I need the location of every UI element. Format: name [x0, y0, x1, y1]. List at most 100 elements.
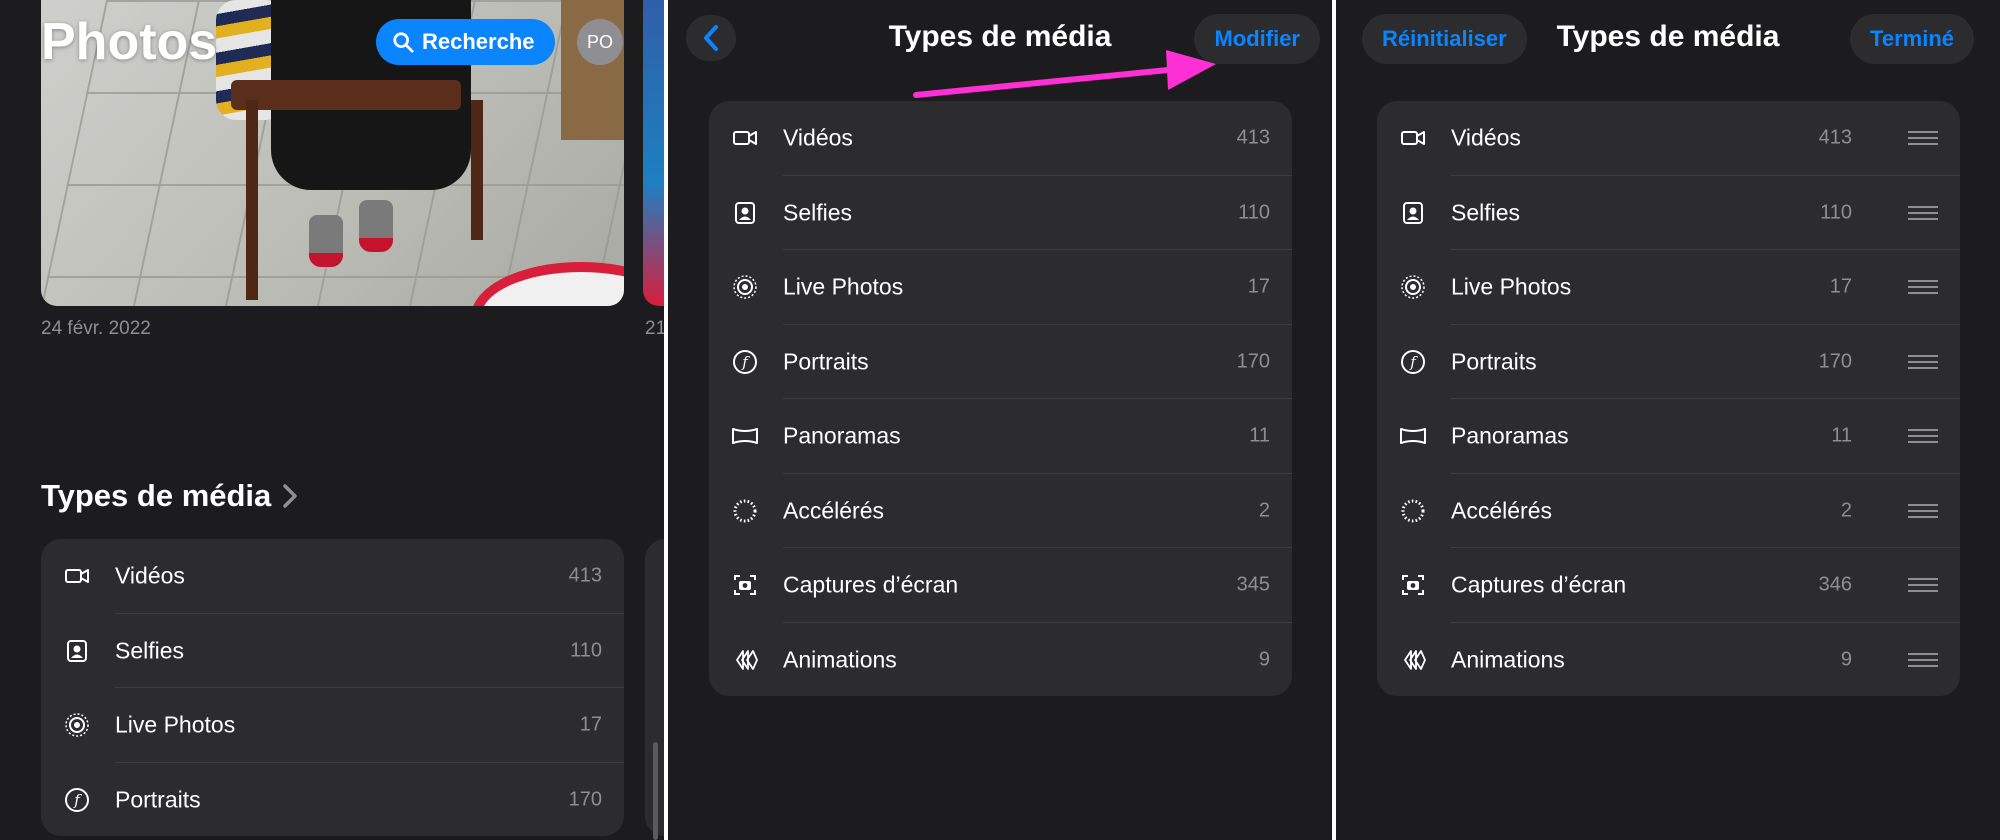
chevron-right-icon [283, 484, 298, 508]
list-item-count: 17 [579, 713, 602, 736]
panorama-icon [732, 428, 758, 445]
list-item-timelapse[interactable]: Accélérés 2 [1377, 474, 1960, 548]
done-button[interactable]: Terminé [1850, 14, 1974, 64]
list-item-label: Animations [1451, 646, 1565, 673]
list-item-count: 9 [1258, 648, 1270, 671]
reorder-handle-icon[interactable] [1908, 577, 1938, 593]
list-item-count: 170 [568, 788, 602, 811]
next-photo-date: 21 [645, 318, 664, 339]
list-item-video[interactable]: Vidéos 413 [709, 101, 1292, 176]
list-item-label: Captures d’écran [1451, 571, 1627, 598]
search-icon [393, 32, 414, 53]
portrait-icon: f [65, 787, 89, 812]
list-item-label: Live Photos [1451, 273, 1572, 300]
portrait-icon: f [733, 349, 757, 374]
panorama-icon [1400, 428, 1426, 445]
timelapse-icon [1401, 499, 1425, 523]
reorder-handle-icon[interactable] [1908, 428, 1938, 444]
media-types-section-header[interactable]: Types de média [41, 478, 299, 514]
list-item-count: 2 [1840, 499, 1852, 522]
chair-leg [246, 100, 258, 300]
photo-date: 24 févr. 2022 [41, 318, 151, 339]
search-button[interactable]: Recherche [376, 19, 555, 65]
next-photo-edge[interactable] [643, 0, 664, 306]
list-item-count: 17 [1247, 275, 1270, 298]
list-item-label: Captures d’écran [783, 571, 959, 598]
svg-text:f: f [741, 353, 750, 371]
list-item-label: Panoramas [783, 422, 901, 449]
scroll-indicator[interactable] [653, 742, 658, 840]
reorder-handle-icon[interactable] [1908, 130, 1938, 146]
live-photo-icon [733, 275, 757, 299]
list-item-label: Animations [783, 646, 897, 673]
list-item-label: Accélérés [783, 497, 884, 524]
list-item-selfie[interactable]: Selfies 110 [41, 614, 624, 688]
list-item-panorama[interactable]: Panoramas 11 [1377, 399, 1960, 474]
media-types-list: Vidéos 413 Selfies 110 Live Photos 17 f Portrai… [41, 539, 624, 836]
list-item-portrait[interactable]: f Portraits 170 [41, 763, 624, 837]
reorder-handle-icon[interactable] [1908, 503, 1938, 519]
list-item-animation[interactable]: Animations 9 [709, 623, 1292, 697]
avatar[interactable]: PO [577, 19, 623, 65]
list-item-video[interactable]: Vidéos 413 [1377, 101, 1960, 176]
list-item-count: 17 [1829, 275, 1852, 298]
list-item-selfie[interactable]: Selfies 110 [1377, 176, 1960, 250]
list-item-count: 11 [1831, 424, 1852, 447]
reorder-handle-icon[interactable] [1908, 279, 1938, 295]
list-item-count: 170 [1818, 350, 1852, 373]
svg-text:f: f [73, 791, 82, 809]
list-item-selfie[interactable]: Selfies 110 [709, 176, 1292, 250]
video-icon [65, 569, 89, 584]
list-item-live-photo[interactable]: Live Photos 17 [41, 688, 624, 763]
list-item-count: 2 [1258, 499, 1270, 522]
list-item-label: Portraits [1451, 348, 1537, 375]
list-item-animation[interactable]: Animations 9 [1377, 623, 1960, 697]
list-item-count: 110 [1238, 201, 1270, 224]
list-item-screenshot[interactable]: Captures d’écran 346 [1377, 548, 1960, 623]
chair-seat [231, 80, 461, 110]
list-item-label: Selfies [115, 637, 185, 664]
list-item-video[interactable]: Vidéos 413 [41, 539, 624, 614]
video-icon [733, 131, 757, 146]
list-item-live-photo[interactable]: Live Photos 17 [1377, 250, 1960, 325]
list-item-count: 346 [1818, 573, 1852, 596]
page-title: Photos [41, 13, 218, 71]
reorder-handle-icon[interactable] [1908, 205, 1938, 221]
list-item-label: Selfies [783, 199, 853, 226]
list-item-count: 413 [568, 564, 602, 587]
media-types-list: Vidéos 413 Selfies 110 Live Photos 17 f Portrai… [1377, 101, 1960, 696]
sock [309, 215, 343, 267]
list-item-timelapse[interactable]: Accélérés 2 [709, 474, 1292, 548]
list-item-count: 345 [1236, 573, 1270, 596]
screenshot-icon [734, 575, 756, 596]
list-item-panorama[interactable]: Panoramas 11 [709, 399, 1292, 474]
list-item-portrait[interactable]: f Portraits 170 [1377, 325, 1960, 399]
list-item-label: Live Photos [783, 273, 904, 300]
search-button-label: Recherche [422, 29, 535, 54]
media-types-list: Vidéos 413 Selfies 110 Live Photos 17 f Portrai… [709, 101, 1292, 696]
list-item-label: Portraits [783, 348, 869, 375]
portrait-icon: f [1401, 349, 1425, 374]
reorder-handle-icon[interactable] [1908, 652, 1938, 668]
media-types-edit-panel: Réinitialiser Types de média Terminé Vid… [1336, 0, 2000, 840]
list-item-count: 11 [1249, 424, 1270, 447]
list-item-live-photo[interactable]: Live Photos 17 [709, 250, 1292, 325]
svg-text:f: f [1409, 353, 1418, 371]
video-icon [1401, 131, 1425, 146]
live-photo-icon [65, 713, 89, 737]
screenshot-icon [1402, 575, 1424, 596]
edit-button[interactable]: Modifier [1194, 14, 1320, 64]
list-item-count: 110 [1820, 201, 1852, 224]
list-item-portrait[interactable]: f Portraits 170 [709, 325, 1292, 399]
sock [359, 200, 393, 252]
animation-icon [736, 649, 758, 670]
list-item-label: Vidéos [1451, 124, 1521, 151]
list-item-count: 413 [1818, 126, 1852, 149]
reorder-handle-icon[interactable] [1908, 354, 1938, 370]
section-title: Types de média [41, 478, 272, 513]
animation-icon [1404, 649, 1426, 670]
list-item-label: Panoramas [1451, 422, 1569, 449]
list-item-screenshot[interactable]: Captures d’écran 345 [709, 548, 1292, 623]
photos-library-panel: Photos Recherche PO 24 févr. 2022 21 Typ… [0, 0, 664, 840]
list-item-label: Vidéos [115, 562, 185, 589]
